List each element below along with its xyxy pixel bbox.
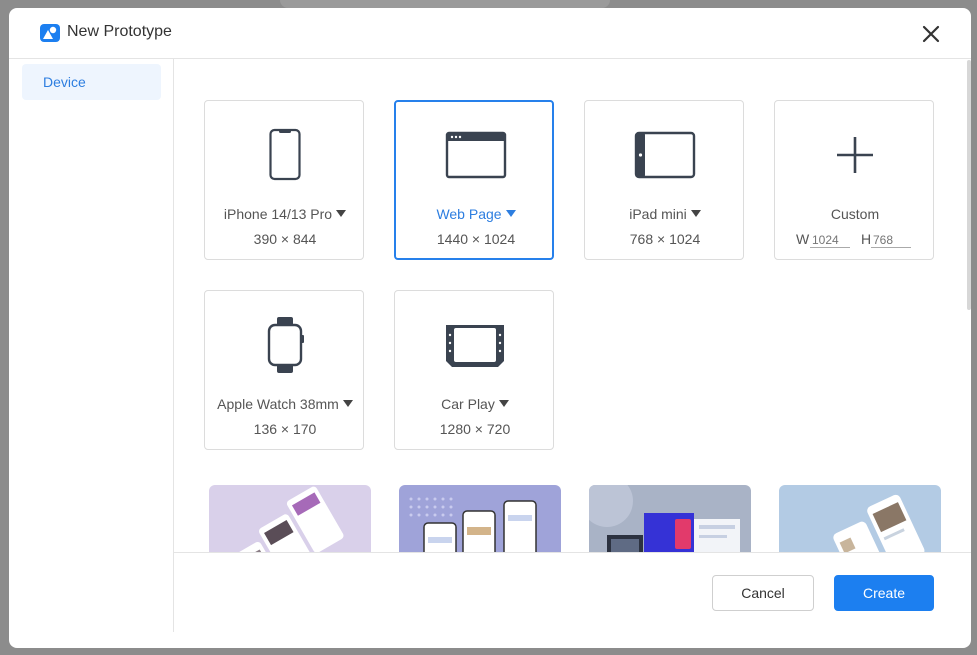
content-scrollbar[interactable]	[967, 60, 971, 310]
device-card-web-page[interactable]: Web Page 1440 × 1024	[394, 100, 554, 260]
dialog-header: New Prototype	[9, 8, 971, 59]
create-button[interactable]: Create	[834, 575, 934, 611]
phone-icon	[269, 128, 301, 181]
device-presets-panel: iPhone 14/13 Pro 390 × 844 Web Page 1440…	[174, 59, 971, 552]
browser-window-icon	[445, 131, 507, 179]
dropdown-caret-icon[interactable]	[498, 400, 509, 407]
device-dimensions: 1280 × 720	[439, 421, 511, 437]
plus-icon	[837, 137, 873, 173]
dropdown-caret-icon[interactable]	[336, 210, 347, 217]
height-label: H	[861, 231, 872, 247]
cancel-button[interactable]: Cancel	[712, 575, 814, 611]
template-social-feed-thumbnail[interactable]	[399, 485, 561, 552]
carplay-screen-icon	[446, 325, 504, 367]
device-dimensions: 390 × 844	[253, 231, 317, 247]
custom-width-input[interactable]	[810, 232, 850, 248]
custom-height-input[interactable]	[871, 232, 911, 248]
watch-icon	[267, 317, 304, 373]
device-name: iPad mini	[629, 206, 687, 222]
device-name: Custom	[830, 206, 880, 222]
device-card-iphone[interactable]: iPhone 14/13 Pro 390 × 844	[204, 100, 364, 260]
tablet-icon	[634, 131, 696, 179]
dropdown-caret-icon[interactable]	[505, 210, 516, 217]
close-button[interactable]	[919, 22, 943, 46]
sidebar: Device	[9, 59, 174, 632]
dialog-footer: Cancel Create	[174, 552, 971, 648]
device-name: Apple Watch 38mm	[217, 396, 339, 412]
device-name: iPhone 14/13 Pro	[223, 206, 333, 222]
device-card-car-play[interactable]: Car Play 1280 × 720	[394, 290, 554, 450]
width-label: W	[796, 231, 810, 247]
device-name: Car Play	[441, 396, 495, 412]
dropdown-caret-icon[interactable]	[342, 400, 353, 407]
dialog-title: New Prototype	[67, 23, 172, 40]
device-card-ipad-mini[interactable]: iPad mini 768 × 1024	[584, 100, 744, 260]
sidebar-item-device[interactable]: Device	[22, 64, 161, 100]
new-prototype-dialog: New Prototype Device iPhone 14/13 Pro 39…	[9, 8, 971, 648]
device-dimensions: 136 × 170	[253, 421, 317, 437]
dropdown-caret-icon[interactable]	[690, 210, 701, 217]
close-icon[interactable]	[919, 22, 943, 46]
device-name: Web Page	[436, 206, 502, 222]
app-logo-icon	[40, 24, 60, 42]
device-dimensions: 768 × 1024	[629, 231, 701, 247]
template-web-landing-thumbnail[interactable]	[589, 485, 751, 552]
device-card-apple-watch[interactable]: Apple Watch 38mm 136 × 170	[204, 290, 364, 450]
device-dimensions: 1440 × 1024	[436, 231, 516, 247]
template-blog-app-thumbnail[interactable]	[779, 485, 941, 552]
background-window-strip	[280, 0, 610, 8]
device-card-custom[interactable]: Custom W H	[774, 100, 934, 260]
template-mobile-app-thumbnail[interactable]	[209, 485, 371, 552]
